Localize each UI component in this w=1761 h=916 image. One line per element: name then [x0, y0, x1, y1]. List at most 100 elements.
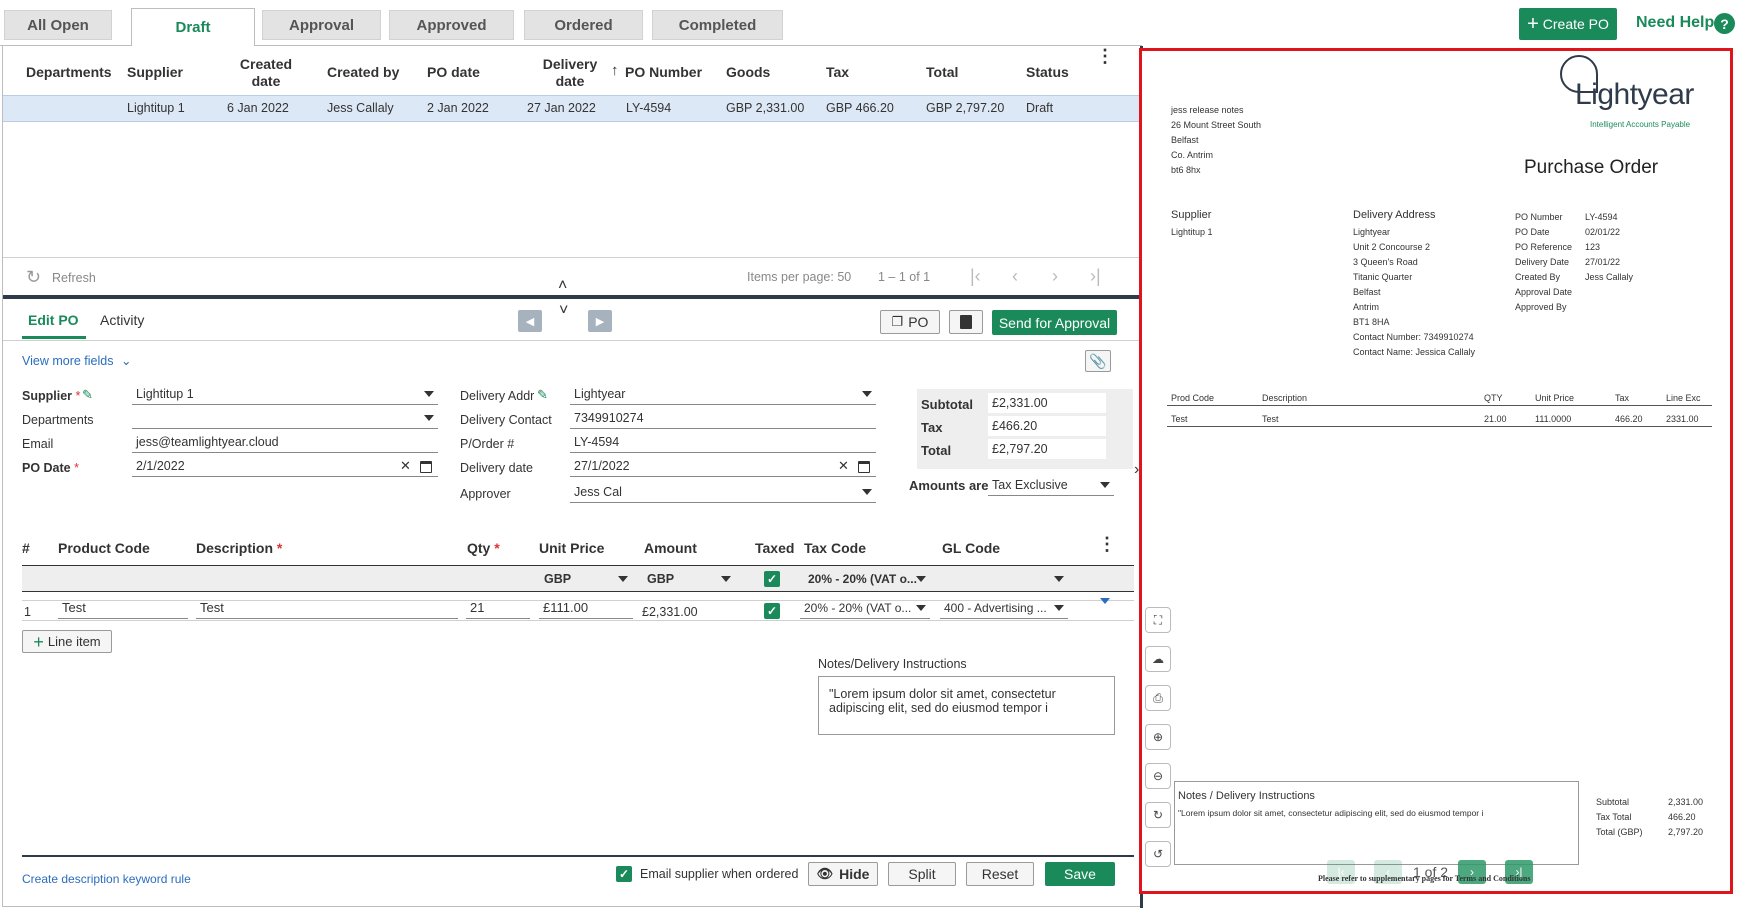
tab-draft[interactable]: Draft — [131, 8, 255, 46]
column-menu-icon[interactable]: ⋮ — [1096, 47, 1114, 65]
delivery-date-field[interactable]: 27/1/2022 — [570, 455, 876, 477]
preview-cell-unit-price: 111.0000 — [1535, 414, 1572, 424]
preview-cell-tax: 466.20 — [1615, 414, 1643, 424]
rotate-counterclockwise-icon[interactable]: ↺ — [1145, 841, 1171, 867]
split-button[interactable]: Split — [888, 862, 956, 886]
tab-ordered[interactable]: Ordered — [524, 10, 643, 40]
porder-field[interactable]: LY-4594 — [570, 431, 876, 453]
first-page-icon[interactable]: |‹ — [970, 266, 981, 287]
copy-po-button[interactable]: ❐ PO — [880, 310, 940, 334]
col-description: Description * — [196, 540, 283, 556]
cell-goods: GBP 2,331.00 — [726, 101, 805, 115]
next-page-icon[interactable]: › — [1052, 266, 1058, 287]
refresh-button[interactable]: Refresh — [52, 271, 96, 285]
chevron-down-icon[interactable]: ˅ — [559, 302, 568, 320]
prev-page-icon[interactable]: ‹ — [1012, 266, 1018, 287]
description-field[interactable]: Test — [196, 597, 458, 619]
tax-value: £466.20 — [988, 416, 1106, 436]
tab-edit-po[interactable]: Edit PO — [28, 312, 79, 328]
cell-created-date: 6 Jan 2022 — [227, 101, 289, 115]
next-record-button[interactable]: ▶ — [588, 310, 612, 332]
items-per-page[interactable]: Items per page: 50 — [747, 270, 851, 284]
col-goods[interactable]: Goods — [726, 64, 770, 81]
dropdown-arrow-icon — [1054, 605, 1064, 611]
col-tax[interactable]: Tax — [826, 64, 849, 81]
preview-delivery-label: Delivery Address — [1353, 209, 1436, 221]
delete-button[interactable] — [949, 310, 983, 334]
col-status[interactable]: Status — [1026, 64, 1069, 81]
taxed-default-checkbox[interactable]: ✓ — [764, 571, 780, 587]
tax-code-default-select[interactable]: 20% - 20% (VAT o... — [804, 568, 930, 590]
col-created-by[interactable]: Created by — [327, 64, 399, 81]
attachment-button[interactable]: 📎 — [1085, 350, 1111, 372]
amounts-are-select[interactable]: Tax Exclusive — [988, 474, 1114, 496]
refresh-icon[interactable]: ↻ — [26, 267, 41, 288]
clear-icon[interactable]: ✕ — [400, 458, 411, 474]
tab-completed[interactable]: Completed — [652, 10, 783, 40]
cell-supplier: Lightitup 1 — [127, 101, 185, 115]
taxed-checkbox[interactable]: ✓ — [764, 603, 780, 619]
need-help-link[interactable]: Need Help — [1636, 14, 1714, 32]
last-page-icon[interactable]: ›| — [1090, 266, 1101, 287]
clear-icon[interactable]: ✕ — [838, 458, 849, 474]
print-icon[interactable]: ⎙ — [1145, 685, 1171, 711]
tab-all-open[interactable]: All Open — [4, 10, 112, 40]
cell-status: Draft — [1026, 101, 1054, 115]
zoom-out-icon[interactable]: ⊖ — [1145, 763, 1171, 789]
delivery-contact-field[interactable]: 7349910274 — [570, 407, 876, 429]
col-created-date[interactable]: Created date — [236, 56, 296, 90]
chevron-up-icon[interactable]: ˄ — [558, 277, 567, 295]
preview-total-keys: Subtotal Tax Total Total (GBP) — [1596, 797, 1643, 837]
rotate-clockwise-icon[interactable]: ↻ — [1145, 802, 1171, 828]
fullscreen-icon[interactable]: ⛶ — [1145, 607, 1171, 633]
calendar-icon[interactable] — [420, 461, 432, 473]
col-total[interactable]: Total — [926, 64, 958, 81]
tax-code-select[interactable]: 20% - 20% (VAT o... — [800, 597, 930, 619]
po-date-field[interactable]: 2/1/2022 — [132, 455, 438, 477]
save-button[interactable]: Save — [1045, 862, 1115, 886]
col-po-number[interactable]: PO Number — [625, 64, 702, 81]
approver-select[interactable]: Jess Cal — [570, 481, 876, 503]
gl-code-select[interactable]: 400 - Advertising ... — [940, 597, 1068, 619]
preview-supplier-value: Lightitup 1 — [1171, 227, 1213, 237]
hide-button[interactable]: 👁 Hide — [808, 862, 878, 886]
create-po-button[interactable]: + Create PO — [1519, 8, 1617, 40]
col-departments[interactable]: Departments — [26, 64, 112, 81]
gl-code-default-select[interactable] — [940, 568, 1068, 590]
edit-pencil-icon[interactable]: ✎ — [82, 387, 93, 403]
unit-price-field[interactable]: £111.00 — [539, 597, 633, 619]
expand-line-icon[interactable] — [1100, 598, 1110, 604]
unit-price-currency-select[interactable]: GBP — [540, 568, 632, 590]
email-supplier-checkbox[interactable]: ✓ — [616, 866, 632, 882]
notes-textarea[interactable]: "Lorem ipsum dolor sit amet, consectetur… — [818, 676, 1115, 735]
lines-menu-icon[interactable]: ⋮ — [1098, 535, 1116, 553]
col-po-date[interactable]: PO date — [427, 64, 480, 81]
product-code-field[interactable]: Test — [58, 597, 188, 619]
delivery-address-select[interactable]: Lightyear — [570, 383, 876, 405]
tab-activity[interactable]: Activity — [100, 312, 144, 328]
departments-select[interactable] — [132, 407, 438, 429]
create-keyword-rule-link[interactable]: Create description keyword rule — [22, 872, 191, 886]
email-label: Email — [22, 437, 54, 451]
amount-currency-select[interactable]: GBP — [643, 568, 735, 590]
download-icon[interactable]: ☁ — [1145, 646, 1171, 672]
supplier-select[interactable]: Lightitup 1 — [132, 383, 438, 405]
view-more-fields-link[interactable]: View more fields ⌄ — [22, 353, 131, 368]
col-delivery-date[interactable]: Delivery date — [540, 56, 600, 90]
qty-field[interactable]: 21 — [466, 597, 530, 619]
col-supplier[interactable]: Supplier — [127, 64, 183, 81]
tab-approval[interactable]: Approval — [262, 10, 381, 40]
tab-approved[interactable]: Approved — [389, 10, 514, 40]
email-field[interactable]: jess@teamlightyear.cloud — [132, 431, 438, 453]
reset-button[interactable]: Reset — [966, 862, 1034, 886]
calendar-icon[interactable] — [858, 461, 870, 473]
help-icon[interactable]: ? — [1714, 13, 1735, 34]
edit-pencil-icon[interactable]: ✎ — [537, 387, 548, 403]
preview-delivery-address: Lightyear Unit 2 Concourse 2 3 Queen's R… — [1353, 227, 1476, 357]
section-divider[interactable] — [3, 295, 1139, 299]
prev-record-button[interactable]: ◀ — [518, 310, 542, 332]
send-for-approval-button[interactable]: Send for Approval — [992, 310, 1117, 335]
add-line-item-button[interactable]: + Line item — [22, 630, 112, 653]
zoom-in-icon[interactable]: ⊕ — [1145, 724, 1171, 750]
preview-supplier-label: Supplier — [1171, 209, 1212, 221]
